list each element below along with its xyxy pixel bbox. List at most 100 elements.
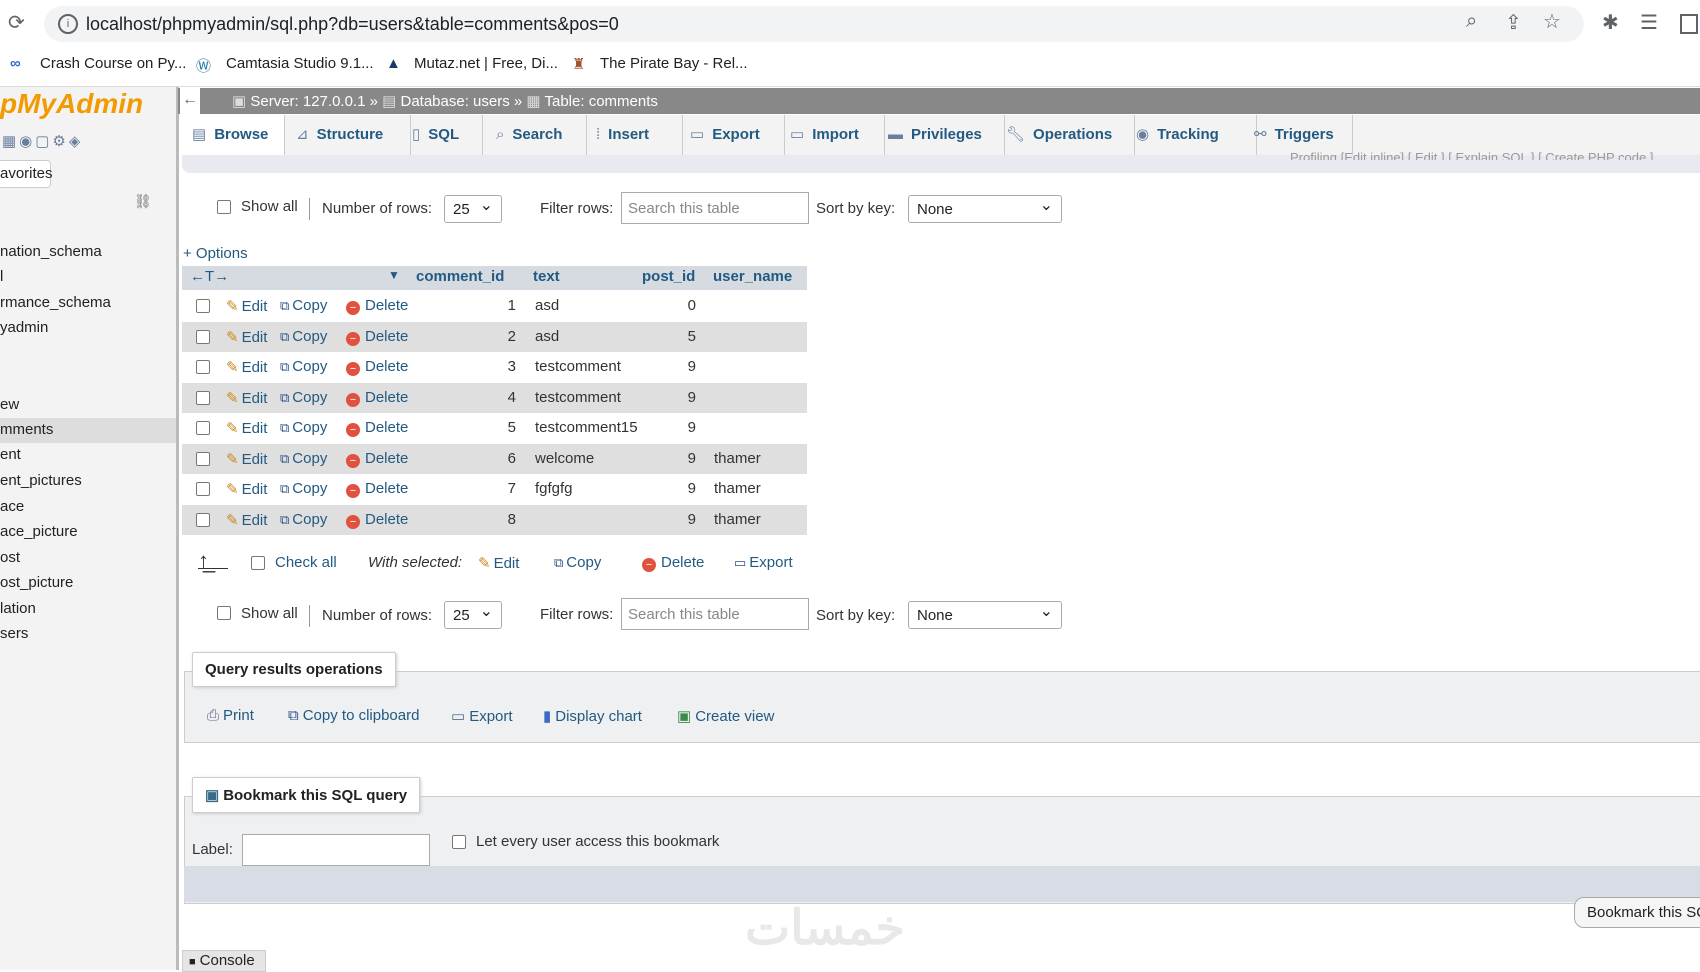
tab-structure[interactable]: ⊿ Structure [286,115,411,155]
row-edit-link[interactable]: ✎ Edit [226,297,267,315]
tab-search[interactable]: ⌕ Search [486,115,587,155]
bookmark-label-input[interactable] [242,834,430,866]
tab-tracking[interactable]: ◉ Tracking [1126,115,1257,155]
table-item-new[interactable]: ew [0,396,19,413]
row-delete-link[interactable]: − Delete [346,328,408,346]
row-edit-link[interactable]: ✎ Edit [226,450,267,468]
col-user-name[interactable]: user_name [713,268,792,285]
bulk-copy-button[interactable]: ⧉ Copy [554,554,601,571]
check-all-checkbox[interactable] [251,556,265,570]
show-all-checkbox-top[interactable] [217,200,231,214]
create-view-link[interactable]: ▣ Create view [677,707,774,725]
table-item-post[interactable]: ost [0,549,20,566]
sort-select-bottom[interactable]: None [908,598,1062,629]
zoom-icon[interactable]: ⌕ [1466,10,1477,33]
every-user-checkbox[interactable] [452,835,466,849]
console-tab[interactable]: ■ Console [182,950,266,972]
row-edit-link[interactable]: ✎ Edit [226,389,267,407]
tab-insert[interactable]: ⁞ Insert [586,115,683,155]
row-delete-link[interactable]: − Delete [346,419,408,437]
filter-input-top[interactable]: Search this table [621,192,809,224]
table-item-post-picture[interactable]: ost_picture [0,574,73,591]
tab-operations[interactable]: 🔧︎ Operations [996,115,1135,155]
column-resize-arrows-icon[interactable]: ←T→ [190,268,229,285]
breadcrumb-server[interactable]: Server: 127.0.0.1 [250,93,365,110]
row-checkbox[interactable] [196,452,210,466]
tab-export[interactable]: ▭ Export [680,115,785,155]
table-item-place-picture[interactable]: ace_picture [0,523,78,540]
collapse-arrow-icon[interactable]: ← [180,88,200,114]
row-edit-link[interactable]: ✎ Edit [226,419,267,437]
row-copy-link[interactable]: ⧉ Copy [280,297,327,314]
row-delete-link[interactable]: − Delete [346,297,408,315]
rows-select-top[interactable]: 25 [444,192,502,223]
bookmark-1[interactable]: Crash Course on Py... [40,55,186,72]
row-delete-link[interactable]: − Delete [346,358,408,376]
row-copy-link[interactable]: ⧉ Copy [280,480,327,497]
display-chart-link[interactable]: ▮ Display chart [543,707,642,725]
export-link[interactable]: ▭ Export [451,707,513,725]
sort-dropdown-icon[interactable]: ▼ [388,268,400,282]
sidepanel-icon[interactable] [1680,14,1698,34]
favorites-tab[interactable]: avorites [0,160,53,188]
row-delete-link[interactable]: − Delete [346,450,408,468]
table-item-users[interactable]: sers [0,625,28,642]
tab-import[interactable]: ▭ Import [780,115,885,155]
row-copy-link[interactable]: ⧉ Copy [280,389,327,406]
db-item-phpmyadmin[interactable]: yadmin [0,319,48,336]
bulk-delete-button[interactable]: − Delete [642,554,704,572]
db-item-information-schema[interactable]: nation_schema [0,243,102,260]
row-delete-link[interactable]: − Delete [346,511,408,529]
table-item-comments[interactable]: mments [0,421,53,438]
row-edit-link[interactable]: ✎ Edit [226,480,267,498]
print-link[interactable]: ⎙ Print [207,707,254,724]
phpmyadmin-logo[interactable]: pMyAdmin [0,88,143,120]
row-copy-link[interactable]: ⧉ Copy [280,419,327,436]
sort-select-top[interactable]: None [908,192,1062,223]
bulk-export-button[interactable]: ▭ Export [734,554,793,571]
share-icon[interactable]: ⇪ [1505,10,1522,35]
bookmark-button[interactable]: Bookmark this SQ [1574,897,1700,928]
info-icon[interactable]: i [58,14,78,34]
link-icon[interactable]: ⛓ [134,193,152,210]
table-item-relation[interactable]: lation [0,600,36,617]
reload-icon[interactable]: ⟳ [8,10,25,35]
copy-clipboard-link[interactable]: ⧉ Copy to clipboard [288,707,419,724]
col-comment-id[interactable]: comment_id [416,268,504,285]
bookmark-3[interactable]: Mutaz.net | Free, Di... [414,55,558,72]
rows-select-bottom[interactable]: 25 [444,598,502,629]
bookmark-2[interactable]: Camtasia Studio 9.1... [226,55,374,72]
col-post-id[interactable]: post_id [642,268,695,285]
row-edit-link[interactable]: ✎ Edit [226,358,267,376]
row-checkbox[interactable] [196,330,210,344]
row-copy-link[interactable]: ⧉ Copy [280,511,327,528]
breadcrumb-table[interactable]: Table: comments [545,93,658,110]
row-checkbox[interactable] [196,360,210,374]
row-checkbox[interactable] [196,299,210,313]
tab-triggers[interactable]: ⚯ Triggers [1244,115,1353,155]
col-text[interactable]: text [533,268,560,285]
row-copy-link[interactable]: ⧉ Copy [280,328,327,345]
row-edit-link[interactable]: ✎ Edit [226,328,267,346]
extensions-icon[interactable]: ✱ [1602,10,1619,35]
reading-list-icon[interactable]: ☰ [1640,10,1658,35]
row-delete-link[interactable]: − Delete [346,480,408,498]
row-checkbox[interactable] [196,391,210,405]
url-text[interactable]: localhost/phpmyadmin/sql.php?db=users&ta… [86,14,619,35]
table-item-event-pictures[interactable]: ent_pictures [0,472,82,489]
bulk-edit-button[interactable]: ✎ Edit [478,554,519,572]
bookmark-4[interactable]: The Pirate Bay - Rel... [600,55,748,72]
table-item-event[interactable]: ent [0,446,21,463]
options-link[interactable]: + Options [183,245,248,262]
tab-privileges[interactable]: ▬ Privileges [878,115,1005,155]
db-item-mysql[interactable]: l [0,268,3,285]
nav-icons-row[interactable]: ▦◉▢⚙◈ [2,132,83,150]
star-icon[interactable]: ☆ [1543,9,1561,34]
filter-input-bottom[interactable]: Search this table [621,598,809,630]
tab-browse[interactable]: ▤ Browse [182,115,285,155]
row-checkbox[interactable] [196,421,210,435]
table-item-place[interactable]: ace [0,498,24,515]
row-edit-link[interactable]: ✎ Edit [226,511,267,529]
row-checkbox[interactable] [196,482,210,496]
row-checkbox[interactable] [196,513,210,527]
